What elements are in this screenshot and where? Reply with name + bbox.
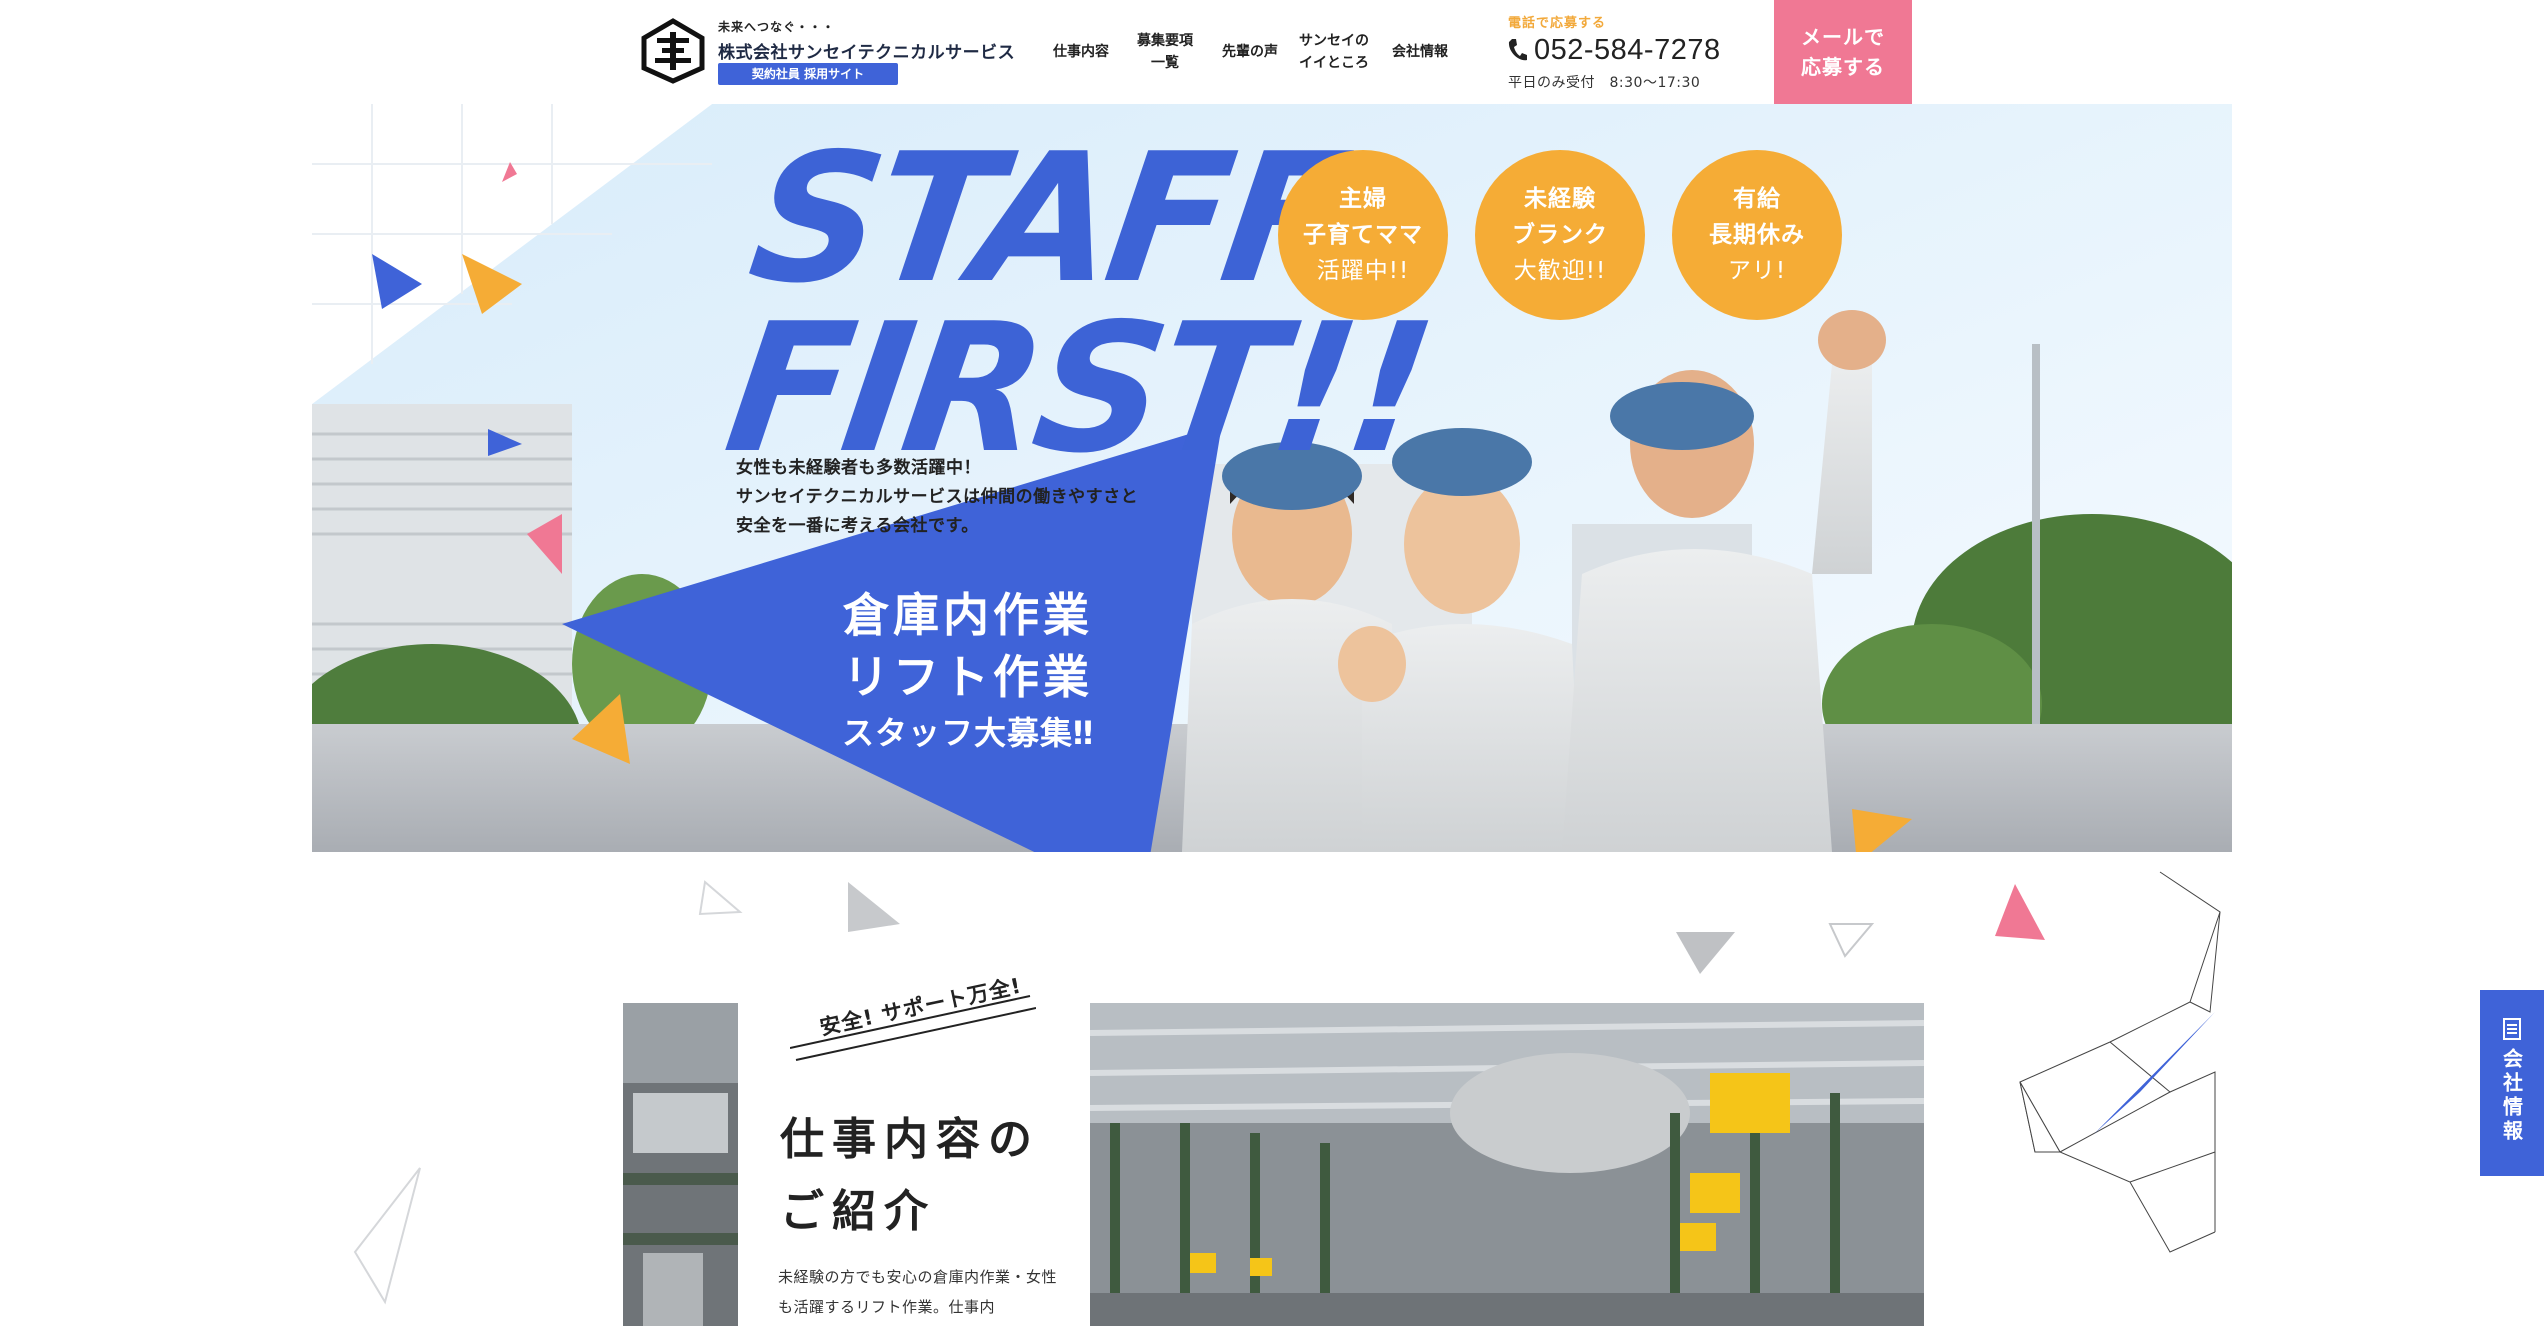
badge-line: 未経験: [1524, 186, 1596, 212]
company-name: 株式会社サンセイテクニカルサービス: [718, 43, 1016, 63]
nav-label: イイところ: [1299, 55, 1369, 71]
lead-line: 安全を一番に考える会社です。: [736, 516, 979, 536]
document-icon: [2503, 1018, 2521, 1040]
section-title: 仕事内容の ご紹介: [780, 1104, 1040, 1248]
nav-label: 募集要項: [1137, 33, 1193, 49]
recruit-line: スタッフ大募集‼: [842, 714, 1095, 752]
hero-recruit-copy: 倉庫内作業 リフト作業 スタッフ大募集‼: [842, 584, 1094, 758]
nav-item-job-description[interactable]: 仕事内容: [1046, 24, 1116, 80]
nav-label: 会社情報: [1392, 44, 1448, 60]
mail-button-label: メールで: [1801, 25, 1885, 49]
hero-lead-text: 女性も未経験者も多数活躍中！ サンセイテクニカルサービスは仲間の働きやすさと 安…: [736, 454, 1138, 541]
company-info-side-tab[interactable]: 会社情報: [2480, 990, 2544, 1176]
nav-item-recruitment-list[interactable]: 募集要項 一覧: [1128, 24, 1202, 80]
nav-label: 一覧: [1151, 55, 1179, 71]
site-header: 未来へつなぐ・・・ 株式会社サンセイテクニカルサービス 契約社員 採用サイト 仕…: [0, 0, 2544, 104]
site-logo[interactable]: 未来へつなぐ・・・ 株式会社サンセイテクニカルサービス 契約社員 採用サイト: [640, 14, 1015, 90]
section-ribbon: 安全! サポート万全!: [790, 974, 1036, 1062]
nav-label: 先輩の声: [1222, 44, 1278, 60]
nav-item-senior-voices[interactable]: 先輩の声: [1214, 24, 1286, 80]
badge-paid-leave: 有給 長期休み アリ!: [1672, 150, 1842, 320]
hero-title-line: FIRST!!: [715, 285, 1440, 492]
recruit-line: 倉庫内作業: [843, 588, 1094, 642]
lead-line: 女性も未経験者も多数活躍中！: [736, 458, 981, 478]
mail-apply-button[interactable]: メールで 応募する: [1774, 0, 1912, 104]
tel-label: 電話で応募する: [1508, 16, 1607, 31]
badge-inexperienced: 未経験 ブランク 大歓迎!!: [1475, 150, 1645, 320]
lead-line: サンセイテクニカルサービスは仲間の働きやすさと: [736, 487, 1139, 507]
badge-line: 有給: [1733, 186, 1781, 212]
tel-number: 052-584-7278: [1534, 33, 1721, 66]
site-label-badge: 契約社員 採用サイト: [718, 63, 898, 85]
badge-line: アリ!: [1727, 258, 1787, 284]
company-logo-icon: [641, 18, 705, 84]
title-line: 仕事内容の: [780, 1114, 1040, 1165]
tel-link[interactable]: 052-584-7278: [1506, 30, 1721, 70]
badge-line: 主婦: [1339, 186, 1387, 212]
warehouse-photo-left: [623, 1003, 738, 1326]
badge-line: 子育てママ: [1303, 222, 1423, 248]
title-line: ご紹介: [780, 1186, 936, 1237]
nav-item-company-info[interactable]: 会社情報: [1384, 24, 1456, 80]
logo-tagline: 未来へつなぐ・・・: [718, 20, 836, 34]
hero-section: STAFF FIRST!! 主婦 子育てママ 活躍中!! 未経験 ブランク 大歓…: [312, 104, 2232, 852]
recruit-line: リフト作業: [843, 650, 1094, 704]
badge-line: ブランク: [1512, 222, 1608, 248]
nav-label: 仕事内容: [1053, 44, 1109, 60]
side-tab-label: 会社情報: [2499, 1048, 2524, 1144]
nav-label: サンセイの: [1299, 33, 1369, 49]
tel-hours: 平日のみ受付 8:30〜17:30: [1508, 75, 1701, 91]
nav-item-good-points[interactable]: サンセイのイイところ: [1296, 24, 1372, 80]
badge-line: 長期休み: [1709, 222, 1805, 248]
badge-housewife: 主婦 子育てママ 活躍中!!: [1278, 150, 1448, 320]
mail-button-label: 応募する: [1801, 55, 1885, 79]
phone-icon: [1508, 39, 1527, 61]
badge-line: 大歓迎!!: [1513, 258, 1607, 284]
section-description: 未経験の方でも安心の倉庫内作業・女性も活躍するリフト作業。仕事内: [778, 1268, 1058, 1316]
badge-line: 活躍中!!: [1316, 258, 1410, 284]
warehouse-photo-right: [1090, 1003, 1924, 1326]
